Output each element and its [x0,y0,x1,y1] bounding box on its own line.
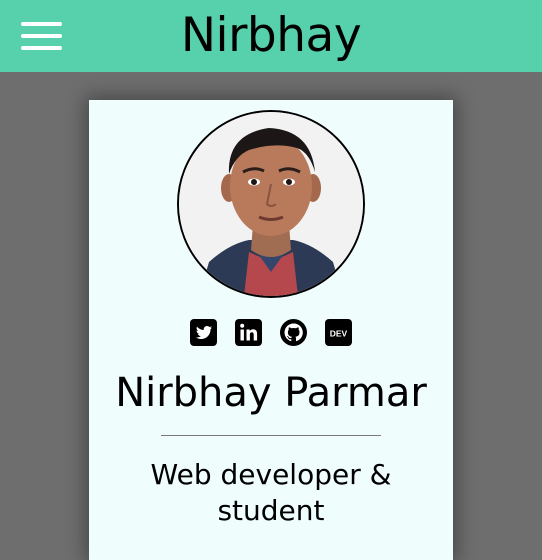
github-icon[interactable] [280,319,307,346]
dev-to-icon[interactable]: DEV [325,319,352,346]
social-links: DEV [89,319,453,349]
linkedin-icon[interactable] [235,319,262,346]
site-title[interactable]: Nirbhay [0,4,542,68]
svg-text:DEV: DEV [330,328,348,338]
profile-card: DEV Nirbhay Parmar Web developer & stude… [89,100,453,560]
avatar [177,110,365,298]
divider [161,435,381,436]
top-navbar: Nirbhay [0,0,542,72]
twitter-icon[interactable] [190,319,217,346]
profile-tagline: Web developer & student [150,458,392,527]
profile-name: Nirbhay Parmar [115,370,427,416]
